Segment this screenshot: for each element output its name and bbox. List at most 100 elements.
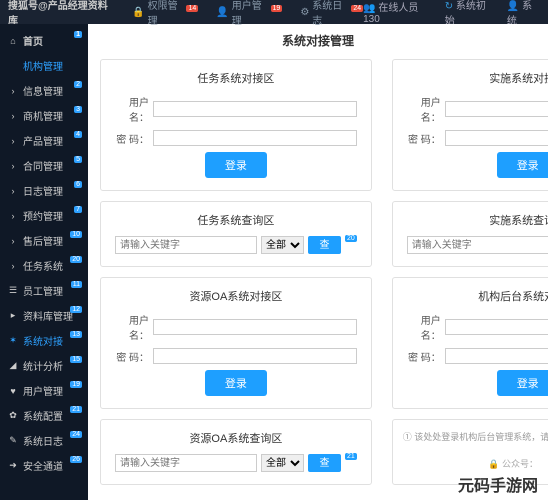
chevron-icon: ◢ (8, 360, 18, 371)
chevron-icon: ⌂ (8, 36, 18, 46)
sidebar-item-label: 系统对接 (23, 333, 63, 348)
shield-icon: 🔒 (132, 7, 144, 18)
badge: 19 (70, 381, 82, 388)
sidebar-item-1[interactable]: 机构管理 (0, 53, 88, 78)
sidebar-item-10[interactable]: ☰ 员工管理 11 (0, 278, 88, 303)
badge: 12 (70, 306, 82, 313)
search-input[interactable] (407, 236, 548, 254)
sidebar-item-label: 日志管理 (23, 183, 63, 198)
username-input[interactable] (445, 101, 548, 117)
panel-title: 资源OA系统对接区 (115, 288, 357, 304)
sidebar-item-15[interactable]: ✿系统配置21 (0, 403, 88, 428)
badge: 11 (71, 281, 82, 288)
sidebar-item-4[interactable]: ›产品管理4 (0, 128, 88, 153)
sidebar-item-7[interactable]: ›预约管理7 (0, 203, 88, 228)
sys-link[interactable]: 👤 系统 (507, 0, 540, 27)
note-text: ① 该处处登录机构后台管理系统，请根据自身系统对接 (403, 432, 548, 442)
chevron-icon: › (8, 236, 18, 246)
password-input[interactable] (445, 348, 548, 364)
badge: 20 (345, 235, 357, 242)
main-content: 系统对接管理 任务系统对接区 用户名： 密 码： 登录 实施系统对接区 用户名：… (88, 24, 548, 500)
sidebar-item-label: 商机管理 (23, 108, 63, 123)
sidebar-item-3[interactable]: › 商机管理 3 (0, 103, 88, 128)
sidebar-item-label: 首页 (23, 33, 43, 48)
badge: 21 (70, 406, 82, 413)
chevron-icon: ➜ (8, 460, 18, 471)
chevron-icon: › (8, 86, 18, 96)
badge: 26 (70, 456, 82, 463)
nav-user[interactable]: 👤用户管理19 (216, 0, 282, 27)
panel-org-connect: 机构后台系统对接区 用户名： 密 码： 登录 (392, 277, 548, 409)
sidebar-item-12[interactable]: ✶ 系统对接 13 (0, 328, 88, 353)
panel-title: 实施系统对接区 (407, 70, 548, 86)
sidebar: ⌂首页1机构管理›信息管理2›商机管理3›产品管理4›合同管理5›日志管理6›预… (0, 24, 88, 500)
gear-icon: ⚙ (300, 7, 309, 18)
refresh-icon: ↻ (445, 1, 453, 12)
sidebar-item-5[interactable]: ›合同管理5 (0, 153, 88, 178)
username-input[interactable] (153, 101, 357, 117)
sidebar-item-label: 系统日志 (23, 433, 63, 448)
sidebar-item-2[interactable]: › 信息管理 2 (0, 78, 88, 103)
sidebar-item-16[interactable]: ✎系统日志24 (0, 428, 88, 453)
search-input[interactable] (115, 236, 257, 254)
footer-brand: 元码手游网 (458, 472, 538, 496)
nav-perm[interactable]: 🔒权限管理14 (132, 0, 198, 27)
user-icon: 👤 (216, 7, 228, 18)
login-button[interactable]: 登录 (205, 370, 267, 396)
sidebar-item-8[interactable]: ›售后管理10 (0, 228, 88, 253)
sidebar-item-label: 任务系统 (23, 258, 63, 273)
sidebar-item-label: 机构管理 (23, 58, 63, 73)
panel-task-query: 任务系统查询区 全部 查询20 (100, 201, 372, 267)
panel-title: 资源OA系统查询区 (115, 430, 357, 446)
nav-log[interactable]: ⚙系统日志24 (300, 0, 363, 27)
user2-icon: 👤 (507, 1, 519, 12)
sidebar-item-0[interactable]: ⌂首页1 (0, 28, 88, 53)
username-input[interactable] (445, 319, 548, 335)
brand-label: 搜狐号@产品经理资料库 (8, 0, 112, 27)
sidebar-item-6[interactable]: ›日志管理6 (0, 178, 88, 203)
login-button[interactable]: 登录 (497, 370, 548, 396)
user-label: 用户名： (115, 94, 149, 124)
password-input[interactable] (153, 348, 357, 364)
chevron-icon: ♥ (8, 386, 18, 396)
filter-select[interactable]: 全部 (261, 236, 304, 254)
chevron-icon: › (8, 111, 18, 121)
username-input[interactable] (153, 319, 357, 335)
login-button[interactable]: 登录 (497, 152, 548, 178)
sidebar-item-13[interactable]: ◢统计分析15 (0, 353, 88, 378)
sidebar-item-label: 产品管理 (23, 133, 63, 148)
badge: 13 (70, 331, 82, 338)
search-button[interactable]: 查询 (308, 454, 341, 472)
sidebar-item-label: 统计分析 (23, 358, 63, 373)
page-title: 系统对接管理 (100, 32, 536, 49)
pwd-label: 密 码： (115, 349, 149, 364)
panel-impl-connect: 实施系统对接区 用户名： 密 码： 登录 (392, 59, 548, 191)
badge: 3 (74, 106, 82, 113)
sidebar-item-label: 信息管理 (23, 83, 63, 98)
sys-init[interactable]: ↻ 系统初始 (445, 0, 493, 27)
search-input[interactable] (115, 454, 257, 472)
filter-select[interactable]: 全部 (261, 454, 304, 472)
password-input[interactable] (153, 130, 357, 146)
sidebar-item-9[interactable]: ›任务系统20 (0, 253, 88, 278)
password-input[interactable] (445, 130, 548, 146)
login-button[interactable]: 登录 (205, 152, 267, 178)
sidebar-item-17[interactable]: ➜安全通道26 (0, 453, 88, 478)
sidebar-item-14[interactable]: ♥用户管理19 (0, 378, 88, 403)
user-label: 用户名： (407, 312, 441, 342)
sidebar-item-label: 合同管理 (23, 158, 63, 173)
sidebar-item-label: 员工管理 (23, 283, 63, 298)
sidebar-item-11[interactable]: ▸资料库管理12 (0, 303, 88, 328)
chevron-icon: › (8, 261, 18, 271)
sidebar-item-label: 售后管理 (23, 233, 63, 248)
panel-title: 机构后台系统对接区 (407, 288, 548, 304)
badge: 2 (74, 81, 82, 88)
chevron-icon: ✿ (8, 410, 18, 421)
people-icon: 👥 (363, 3, 375, 14)
chevron-icon: ☰ (8, 285, 18, 296)
panel-oa-connect: 资源OA系统对接区 用户名： 密 码： 登录 (100, 277, 372, 409)
badge: 6 (74, 181, 82, 188)
search-button[interactable]: 查询 (308, 236, 341, 254)
badge: 5 (74, 156, 82, 163)
chevron-icon: ✶ (8, 335, 18, 346)
